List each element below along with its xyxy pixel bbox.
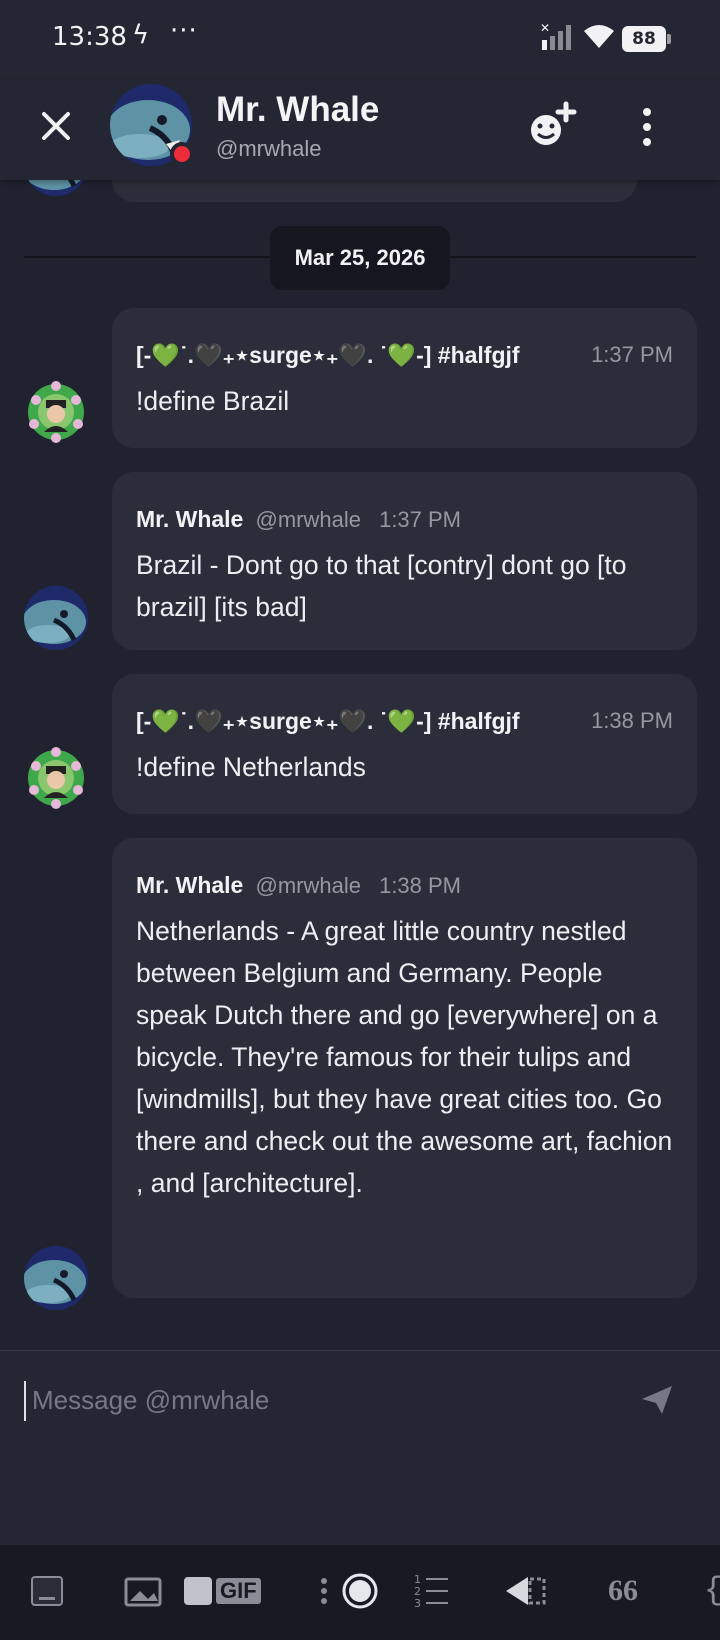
- message-text: Netherlands - A great little country nes…: [136, 916, 673, 1198]
- message-list[interactable]: Mar 25, 2026 [-💚˙.🖤₊⋆surge⋆₊🖤. ˙💚-] #hal…: [0, 180, 720, 1350]
- close-icon[interactable]: [34, 104, 78, 148]
- status-time: 13:38: [52, 22, 127, 52]
- surge-avatar-icon: [28, 747, 84, 809]
- text-cursor: [24, 1381, 26, 1421]
- spoiler-icon[interactable]: [504, 1571, 546, 1611]
- signal-icon: ✕: [540, 22, 571, 50]
- dm-header: Mr. Whale @mrwhale: [0, 80, 720, 180]
- message-author[interactable]: [-💚˙.🖤₊⋆surge⋆₊🖤. ˙💚-] #halfgjf: [136, 708, 520, 734]
- svg-text:✕: ✕: [540, 22, 550, 35]
- message-author[interactable]: Mr. Whale: [136, 506, 243, 532]
- message-author[interactable]: Mr. Whale: [136, 872, 243, 898]
- message-time: 1:37 PM: [379, 507, 462, 532]
- message-time: 1:38 PM: [581, 708, 673, 734]
- battery-indicator: 88: [622, 26, 671, 52]
- quote-icon[interactable]: 66: [608, 1571, 642, 1611]
- message-header: [-💚˙.🖤₊⋆surge⋆₊🖤. ˙💚-] #halfgjf: [136, 342, 566, 369]
- date-divider: Mar 25, 2026: [270, 226, 450, 290]
- more-options-icon[interactable]: [632, 102, 662, 152]
- message-bubble[interactable]: [-💚˙.🖤₊⋆surge⋆₊🖤. ˙💚-] #halfgjf 1:37 PM …: [112, 308, 697, 448]
- svg-text:3: 3: [414, 1597, 421, 1610]
- status-badge: [170, 142, 194, 166]
- formatting-toolbar: GIF 1 2 3 66 {: [0, 1545, 720, 1640]
- message-text: !define Netherlands: [136, 752, 366, 782]
- wifi-icon: [584, 25, 614, 48]
- avatar[interactable]: [24, 586, 88, 650]
- message-header: Mr. Whale @mrwhale 1:37 PM: [136, 506, 461, 533]
- bulleted-list-icon[interactable]: [318, 1571, 380, 1611]
- gif-label: GIF: [216, 1578, 261, 1604]
- message-time: 1:38 PM: [379, 873, 462, 898]
- page-title: Mr. Whale: [216, 90, 380, 129]
- more-notifications-icon: ···: [170, 16, 198, 46]
- code-icon[interactable]: {: [704, 1571, 720, 1611]
- add-reaction-icon[interactable]: [524, 98, 580, 154]
- username-handle: @mrwhale: [216, 136, 322, 161]
- whale-avatar-icon: [24, 180, 88, 196]
- avatar[interactable]: [24, 180, 88, 196]
- message-bubble[interactable]: Mr. Whale @mrwhale 1:37 PM Brazil - Dont…: [112, 472, 697, 650]
- sticker-icon: [184, 1577, 212, 1605]
- keyboard-icon[interactable]: [30, 1571, 64, 1611]
- message-time: 1:37 PM: [581, 342, 673, 368]
- whale-avatar-icon: [24, 1246, 88, 1310]
- whale-avatar-icon: [24, 586, 88, 650]
- message-handle: @mrwhale: [255, 507, 361, 532]
- message-composer: [0, 1350, 720, 1545]
- message-header: [-💚˙.🖤₊⋆surge⋆₊🖤. ˙💚-] #halfgjf: [136, 708, 566, 735]
- avatar[interactable]: [24, 380, 88, 444]
- message-handle: @mrwhale: [255, 873, 361, 898]
- send-icon[interactable]: [640, 1383, 674, 1417]
- message-bubble[interactable]: [-💚˙.🖤₊⋆surge⋆₊🖤. ˙💚-] #halfgjf 1:38 PM …: [112, 674, 697, 814]
- message-text: !define Brazil: [136, 386, 290, 416]
- surge-avatar-icon: [28, 381, 84, 443]
- message-input[interactable]: [32, 1377, 592, 1423]
- numbered-list-icon[interactable]: 1 2 3: [414, 1571, 450, 1611]
- message-author[interactable]: [-💚˙.🖤₊⋆surge⋆₊🖤. ˙💚-] #halfgjf: [136, 342, 520, 368]
- image-icon[interactable]: [124, 1571, 162, 1611]
- gif-button[interactable]: GIF: [184, 1571, 264, 1611]
- message-text: Brazil - Dont go to that [contry] dont g…: [136, 550, 627, 622]
- message-bubble[interactable]: Mr. Whale @mrwhale 1:38 PM Netherlands -…: [112, 838, 697, 1298]
- avatar[interactable]: [24, 1246, 88, 1310]
- avatar[interactable]: [24, 746, 88, 810]
- status-bar: 13:38 ϟ ··· ✕ 88: [0, 0, 720, 80]
- bolt-icon: ϟ: [132, 20, 150, 50]
- previous-message-bubble: [112, 180, 637, 202]
- message-header: Mr. Whale @mrwhale 1:38 PM: [136, 872, 461, 899]
